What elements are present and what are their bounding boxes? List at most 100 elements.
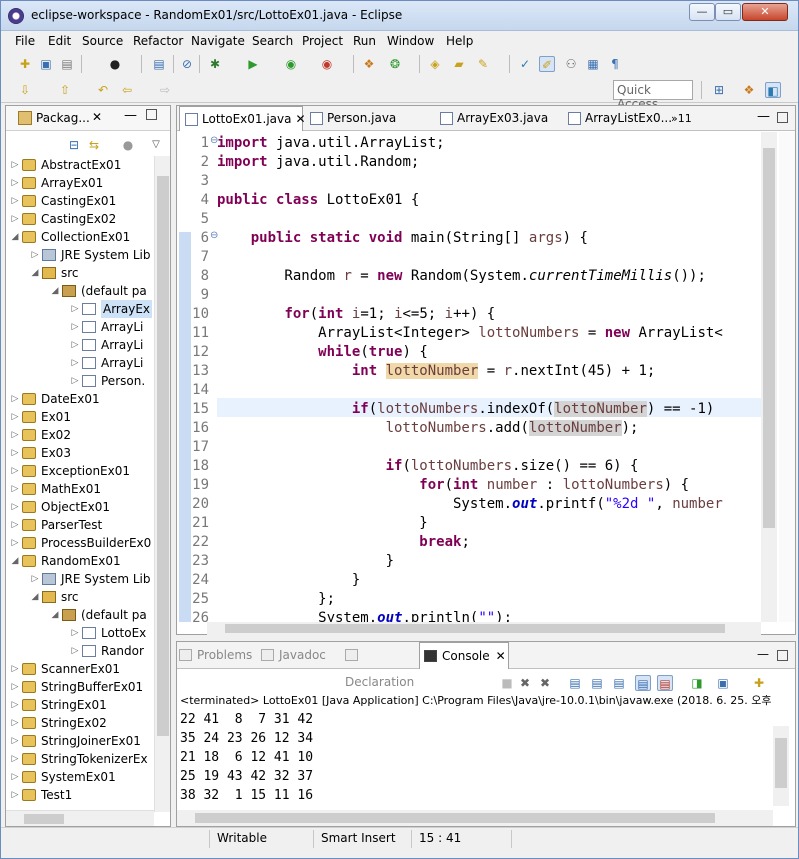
console-tab[interactable]: Problems bbox=[179, 642, 259, 669]
minimize-icon[interactable]: — bbox=[757, 109, 770, 124]
word-wrap-icon[interactable]: ▦ bbox=[585, 56, 601, 72]
collapsed-arrow-icon[interactable]: ▷ bbox=[10, 714, 20, 732]
console-tab[interactable]: Javadoc bbox=[261, 642, 343, 669]
profile-icon[interactable]: ● bbox=[107, 56, 123, 72]
collapsed-arrow-icon[interactable]: ▷ bbox=[10, 408, 20, 426]
console-tab[interactable]: Console ✕ bbox=[419, 642, 509, 669]
collapsed-arrow-icon[interactable]: ▷ bbox=[10, 444, 20, 462]
collapsed-arrow-icon[interactable]: ▷ bbox=[70, 336, 80, 354]
close-tab-icon[interactable]: ✕ bbox=[496, 649, 506, 663]
link-with-editor-icon[interactable]: ⇆ bbox=[86, 137, 102, 153]
collapsed-arrow-icon[interactable]: ▷ bbox=[10, 156, 20, 174]
expanded-arrow-icon[interactable]: ◢ bbox=[30, 588, 40, 606]
editor-tab[interactable]: Person.java bbox=[305, 106, 431, 131]
quick-access-input[interactable]: Quick Access bbox=[613, 80, 693, 111]
menu-source[interactable]: Source bbox=[82, 34, 123, 48]
show-stderr-icon[interactable]: ▤ bbox=[657, 675, 673, 691]
maximize-button[interactable]: ▭ bbox=[715, 3, 741, 21]
menu-project[interactable]: Project bbox=[302, 34, 343, 48]
package-explorer-horizontal-scrollbar[interactable] bbox=[6, 810, 154, 826]
more-tabs-indicator[interactable]: »11 bbox=[671, 112, 692, 125]
skip-breakpoints-icon[interactable]: ⊘ bbox=[179, 56, 195, 72]
word-wrap-console-icon[interactable]: ▤ bbox=[611, 675, 627, 691]
collapsed-arrow-icon[interactable]: ▷ bbox=[70, 642, 80, 660]
collapsed-arrow-icon[interactable]: ▷ bbox=[70, 318, 80, 336]
console-output[interactable]: 22 41 8 7 31 42 35 24 23 26 12 34 21 18 6 … bbox=[180, 710, 772, 822]
collapsed-arrow-icon[interactable]: ▷ bbox=[10, 786, 20, 804]
package-explorer-tab[interactable]: Packag... ✕ — bbox=[6, 106, 170, 131]
maximize-icon[interactable] bbox=[777, 112, 788, 123]
collapsed-arrow-icon[interactable]: ▷ bbox=[10, 750, 20, 768]
editor-tab[interactable]: LottoEx01.java ✕ bbox=[179, 106, 306, 131]
external-tools-icon[interactable]: ◉ bbox=[319, 56, 335, 72]
previous-annotation-icon[interactable]: ⇧ bbox=[57, 82, 73, 98]
remove-all-icon[interactable]: ✖ bbox=[537, 675, 553, 691]
java-perspective-icon[interactable]: ◧ bbox=[765, 82, 781, 98]
menu-file[interactable]: File bbox=[15, 34, 35, 48]
clear-console-icon[interactable]: ▤ bbox=[567, 675, 583, 691]
menu-search[interactable]: Search bbox=[252, 34, 293, 48]
menu-edit[interactable]: Edit bbox=[48, 34, 71, 48]
collapsed-arrow-icon[interactable]: ▷ bbox=[10, 732, 20, 750]
collapsed-arrow-icon[interactable]: ▷ bbox=[10, 768, 20, 786]
display-console-icon[interactable]: ▣ bbox=[715, 675, 731, 691]
collapsed-arrow-icon[interactable]: ▷ bbox=[10, 696, 20, 714]
collapsed-arrow-icon[interactable]: ▷ bbox=[10, 534, 20, 552]
open-perspective-icon[interactable]: ⊞ bbox=[711, 82, 727, 98]
menu-refactor[interactable]: Refactor bbox=[133, 34, 183, 48]
last-edit-location-icon[interactable]: ↶ bbox=[95, 82, 111, 98]
collapsed-arrow-icon[interactable]: ▷ bbox=[10, 390, 20, 408]
expanded-arrow-icon[interactable]: ◢ bbox=[10, 552, 20, 570]
editor-vertical-scrollbar[interactable] bbox=[761, 132, 777, 622]
show-whitespace-icon[interactable]: ¶ bbox=[607, 56, 623, 72]
search-icon[interactable]: ✎ bbox=[475, 56, 491, 72]
menu-window[interactable]: Window bbox=[387, 34, 434, 48]
back-icon[interactable]: ⇦ bbox=[119, 82, 135, 98]
maximize-icon[interactable] bbox=[146, 109, 157, 120]
close-icon[interactable]: ✕ bbox=[92, 110, 102, 124]
editor-tab[interactable]: ArrayListEx0... bbox=[563, 106, 672, 131]
collapsed-arrow-icon[interactable]: ▷ bbox=[10, 480, 20, 498]
collapsed-arrow-icon[interactable]: ▷ bbox=[70, 300, 80, 318]
save-icon[interactable]: ▣ bbox=[38, 56, 54, 72]
collapsed-arrow-icon[interactable]: ▷ bbox=[10, 426, 20, 444]
expanded-arrow-icon[interactable]: ◢ bbox=[10, 228, 20, 246]
block-selection-icon[interactable]: ⚇ bbox=[563, 56, 579, 72]
expanded-arrow-icon[interactable]: ◢ bbox=[50, 606, 60, 624]
collapsed-arrow-icon[interactable]: ▷ bbox=[70, 624, 80, 642]
collapsed-arrow-icon[interactable]: ▷ bbox=[10, 462, 20, 480]
collapsed-arrow-icon[interactable]: ▷ bbox=[10, 192, 20, 210]
collapsed-arrow-icon[interactable]: ▷ bbox=[10, 516, 20, 534]
expanded-arrow-icon[interactable]: ◢ bbox=[30, 264, 40, 282]
collapsed-arrow-icon[interactable]: ▷ bbox=[10, 660, 20, 678]
coverage-icon[interactable]: ◉ bbox=[283, 56, 299, 72]
minimize-button[interactable]: — bbox=[689, 3, 715, 21]
code-area[interactable]: import java.util.ArrayList; import java.u… bbox=[217, 132, 761, 622]
minimize-icon[interactable]: — bbox=[757, 647, 769, 661]
collapsed-arrow-icon[interactable]: ▷ bbox=[30, 570, 40, 588]
collapsed-arrow-icon[interactable]: ▷ bbox=[70, 372, 80, 390]
collapsed-arrow-icon[interactable]: ▷ bbox=[10, 210, 20, 228]
remove-launch-icon[interactable]: ✖ bbox=[517, 675, 533, 691]
pin-console-icon[interactable]: ◨ bbox=[689, 675, 705, 691]
forward-icon[interactable]: ⇨ bbox=[157, 82, 173, 98]
save-all-icon[interactable]: ▤ bbox=[59, 56, 75, 72]
menu-help[interactable]: Help bbox=[446, 34, 473, 48]
minimize-icon[interactable]: — bbox=[124, 108, 137, 123]
show-stdout-icon[interactable]: ▤ bbox=[635, 675, 651, 691]
console-vertical-scrollbar[interactable] bbox=[773, 726, 789, 806]
open-folder-icon[interactable]: ▰ bbox=[451, 56, 467, 72]
terminal-icon[interactable]: ▤ bbox=[151, 56, 167, 72]
collapsed-arrow-icon[interactable]: ▷ bbox=[30, 246, 40, 264]
editor-tab[interactable]: ArrayEx03.java bbox=[435, 106, 559, 131]
collapse-all-icon[interactable]: ⊟ bbox=[66, 137, 82, 153]
editor-horizontal-scrollbar[interactable] bbox=[207, 622, 761, 635]
next-annotation-icon[interactable]: ✓ bbox=[517, 56, 533, 72]
package-explorer-vertical-scrollbar[interactable] bbox=[154, 156, 170, 812]
new-java-project-icon[interactable]: ❖ bbox=[361, 56, 377, 72]
focus-icon[interactable]: ● bbox=[120, 137, 136, 153]
debug-icon[interactable]: ✱ bbox=[207, 56, 223, 72]
open-console-icon[interactable]: ✚ bbox=[751, 675, 767, 691]
menu-navigate[interactable]: Navigate bbox=[191, 34, 245, 48]
open-type-icon[interactable]: ◈ bbox=[427, 56, 443, 72]
